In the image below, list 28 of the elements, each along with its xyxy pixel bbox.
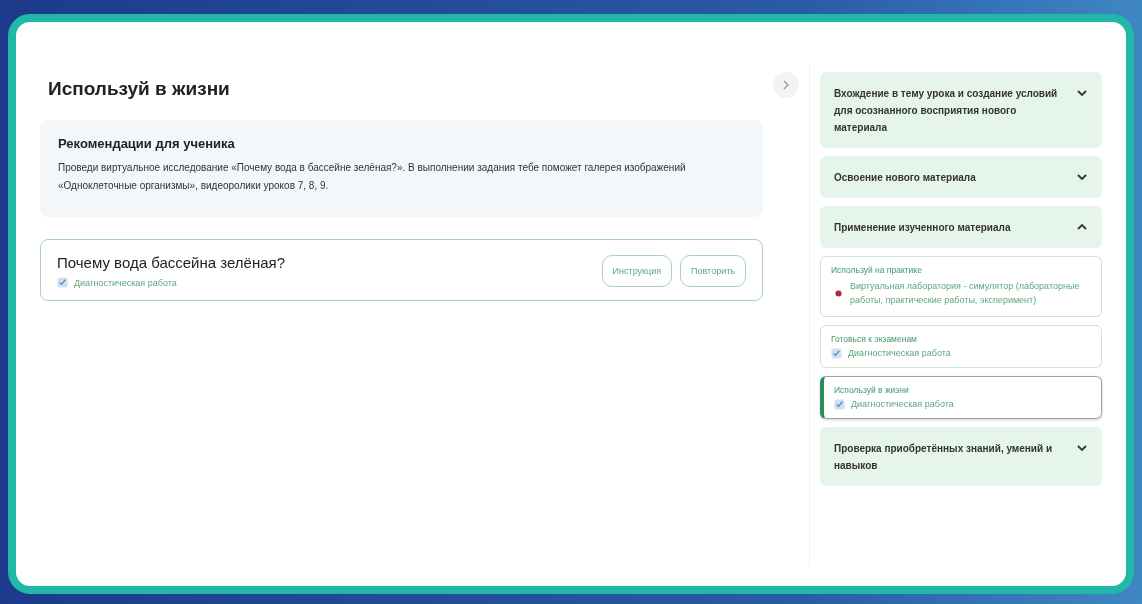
section-header[interactable]: Проверка приобретённых знаний, умений и навыков (820, 426, 1102, 486)
entry-link[interactable]: Виртуальная лаборатория - симулятор (лабораторные работы, практические работы, эксперимент) (850, 279, 1091, 308)
section-header[interactable]: Вхождение в тему урока и создание условий для осознанного восприятия нового материала (820, 72, 1102, 148)
checkbox-icon (831, 347, 842, 359)
entry-link[interactable]: Диагностическая работа (848, 348, 951, 359)
dot-icon (835, 289, 842, 297)
lesson-item[interactable]: Используй на практике Виртуальная лаборатория - симулятор (лабораторные работы, практические работы, эксперимент) (820, 256, 1102, 317)
task-type: Диагностическая работа (74, 277, 177, 288)
chevron-right-icon (781, 80, 791, 90)
page-title: Используй в жизни (48, 78, 231, 100)
item-heading: Готовься к экзаменам (831, 333, 918, 344)
checkbox-icon (834, 398, 845, 410)
lesson-item[interactable]: Используй в жизни Диагностическая работа (820, 375, 1102, 419)
section-header[interactable]: Применение изученного материала (820, 206, 1102, 248)
recommendation-text: Проведи виртуальное исследование «Почему вода в бассейне зелёная?». В выполнении задания тебе поможет галерея изображений «Одноклеточные организмы», видеоролики уроков 7, 8, 9. (58, 161, 687, 193)
checkbox-icon (57, 277, 68, 288)
chevron-down-icon (1076, 171, 1088, 183)
lesson-item[interactable]: Готовься к экзаменам Диагностическая работа (820, 324, 1102, 368)
task-button[interactable]: Повторить (680, 255, 746, 287)
item-heading: Используй в жизни (834, 384, 910, 395)
item-heading: Используй на практике (831, 265, 923, 275)
entry-link[interactable]: Диагностическая работа (851, 399, 954, 410)
task-button[interactable]: Инструкция (601, 255, 673, 287)
recommendation-title: Рекомендации для ученика (58, 136, 236, 151)
task-title: Почему вода бассейна зелёная? (57, 254, 286, 271)
chevron-down-icon (1076, 87, 1088, 99)
collapse-button[interactable] (773, 72, 799, 98)
section-header[interactable]: Освоение нового материала (820, 156, 1102, 198)
